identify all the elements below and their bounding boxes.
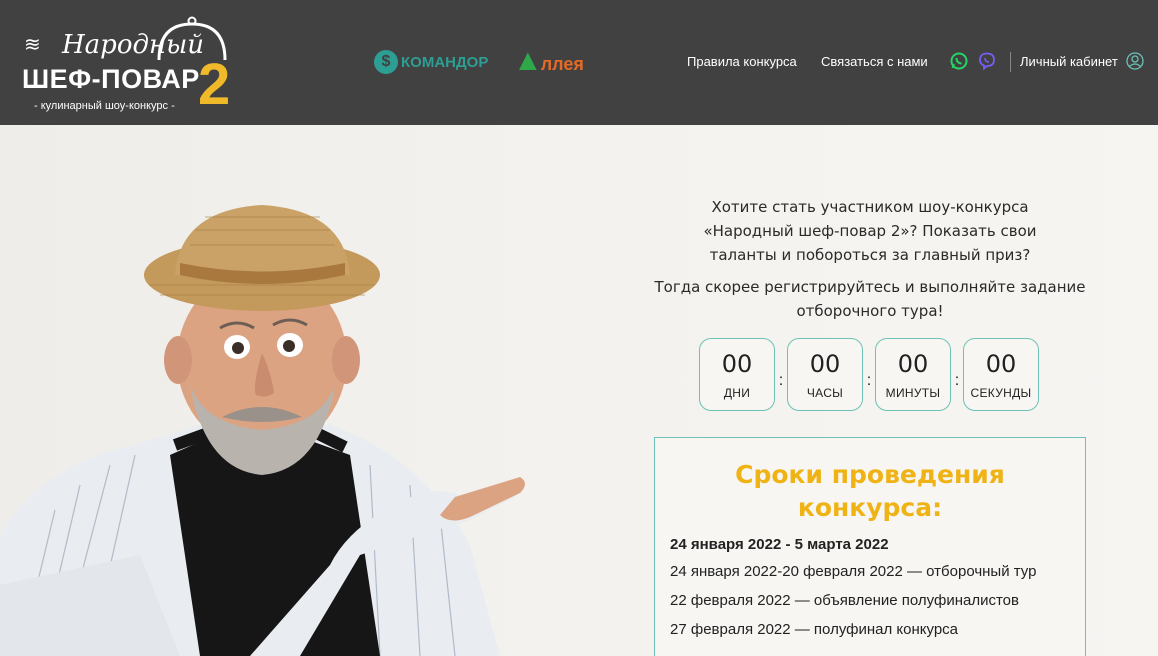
user-icon[interactable]	[1126, 52, 1144, 70]
logo-tagline: - кулинарный шоу-конкурс -	[34, 100, 175, 112]
chef-photo	[0, 205, 525, 656]
terms-item: 24 января 2022-20 февраля 2022 — отбороч…	[670, 563, 1037, 580]
intro-paragraph-1: Хотите стать участником шоу-конкурса «На…	[703, 198, 1037, 264]
sponsor-alleya[interactable]: ▲ ллея	[513, 46, 584, 76]
countdown-separator: :	[866, 371, 872, 389]
site-header: ≋ Народный ШЕФ-ПОВАР 2 - кулинарный шоу-…	[0, 0, 1158, 125]
countdown-minutes-label: МИНУТЫ	[885, 385, 941, 400]
nav-cabinet-link[interactable]: Личный кабинет	[1020, 54, 1118, 69]
nav-contact-link[interactable]: Связаться с нами	[821, 54, 928, 69]
terms-title: Сроки проведения конкурса:	[735, 460, 1005, 522]
intro-text: Хотите стать участником шоу-конкурса «На…	[600, 195, 1140, 323]
hero-section: Хотите стать участником шоу-конкурса «На…	[0, 125, 1158, 656]
whatsapp-icon[interactable]	[950, 52, 968, 70]
logo-script: Народный	[62, 30, 204, 60]
site-logo[interactable]: ≋ Народный ШЕФ-ПОВАР 2 - кулинарный шоу-…	[18, 14, 243, 118]
countdown-days: 00 ДНИ	[699, 338, 775, 411]
countdown-hours-value: 00	[809, 349, 841, 378]
terms-item: 27 февраля 2022 — полуфинал конкурса	[670, 621, 959, 638]
countdown-seconds-label: СЕКУНДЫ	[970, 385, 1032, 400]
countdown-minutes: 00 МИНУТЫ	[875, 338, 951, 411]
countdown-days-label: ДНИ	[723, 385, 751, 400]
countdown-separator: :	[778, 371, 784, 389]
alleya-logo-icon: ▲	[513, 44, 543, 77]
viber-icon[interactable]	[978, 52, 996, 70]
nav-rules-link[interactable]: Правила конкурса	[687, 54, 797, 69]
countdown-seconds: 00 СЕКУНДЫ	[963, 338, 1039, 411]
countdown-days-value: 00	[721, 349, 753, 378]
countdown-hours-label: ЧАСЫ	[806, 385, 844, 400]
terms-dates: 24 января 2022 - 5 марта 2022 24 января …	[655, 536, 1085, 638]
logo-number: 2	[198, 52, 231, 117]
terms-period: 24 января 2022 - 5 марта 2022	[670, 536, 889, 553]
sponsor-komandor-name: КОМАНДОР	[401, 53, 489, 71]
countdown-seconds-value: 00	[985, 349, 1017, 378]
logo-title: ШЕФ-ПОВАР	[22, 64, 200, 94]
countdown-timer: 00 ДНИ : 00 ЧАСЫ : 00 МИНУТЫ : 00 СЕКУНД…	[699, 338, 1039, 411]
nav-divider	[1010, 52, 1011, 72]
komandor-logo-icon: $	[374, 50, 398, 74]
steam-icon: ≋	[24, 34, 41, 56]
countdown-hours: 00 ЧАСЫ	[787, 338, 863, 411]
sponsor-alleya-name: ллея	[540, 53, 584, 74]
sponsor-komandor[interactable]: $ КОМАНДОР	[374, 50, 488, 74]
contest-terms-card: Сроки проведения конкурса: 24 января 202…	[654, 437, 1086, 656]
terms-item: 22 февраля 2022 — объявление полуфиналис…	[670, 592, 1019, 609]
countdown-minutes-value: 00	[897, 349, 929, 378]
countdown-separator: :	[954, 371, 960, 389]
intro-paragraph-2: Тогда скорее регистрируйтесь и выполняйт…	[654, 278, 1086, 320]
